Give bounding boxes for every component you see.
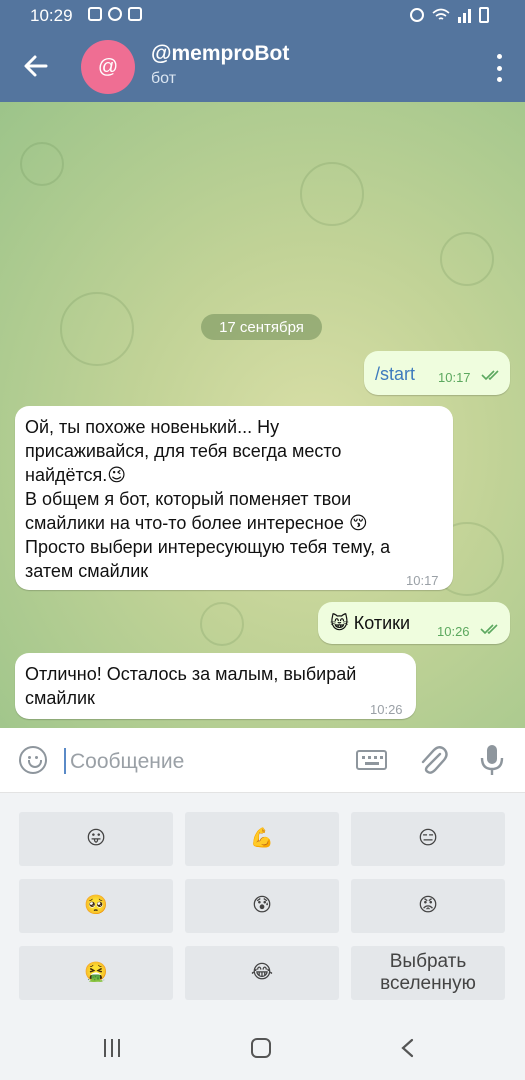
muscle-emoji-icon: 💪 xyxy=(250,828,274,849)
message-line: смайлики на что-то более интересное 😚 xyxy=(25,513,368,533)
angry-emoji-icon: 😡 xyxy=(418,895,438,916)
read-checks-icon xyxy=(480,624,498,635)
read-checks-icon xyxy=(481,370,499,381)
home-icon[interactable] xyxy=(251,1038,271,1058)
message-text-block: Отлично! Осталось за малым, выбирай смай… xyxy=(25,662,356,710)
message-line: присаживайся, для тебя всегда место xyxy=(25,441,342,461)
message-text-block: Ой, ты похоже новенький... Ну присаживай… xyxy=(25,415,390,583)
wallpaper-doodle xyxy=(20,142,64,186)
signal-icon xyxy=(458,7,471,23)
status-bar: 10:29 xyxy=(0,0,525,32)
system-icons xyxy=(410,7,489,23)
gallery-icon xyxy=(88,7,102,21)
chat-header: @ @memproBot бот xyxy=(0,32,525,102)
notification-icons xyxy=(88,7,142,21)
wallpaper-doodle xyxy=(60,292,134,366)
incoming-message[interactable]: Ой, ты похоже новенький... Ну присаживай… xyxy=(15,406,453,590)
attach-icon[interactable] xyxy=(418,744,448,776)
keyboard-button-expressionless[interactable]: 😑 xyxy=(351,812,505,866)
chat-title[interactable]: @memproBot xyxy=(151,42,289,66)
message-line: Ой, ты похоже новенький... Ну xyxy=(25,417,280,437)
choose-universe-button[interactable]: Выбрать вселенную xyxy=(351,946,505,1000)
keyboard-button-vomiting[interactable]: 🤮 xyxy=(19,946,173,1000)
choose-universe-label: Выбрать вселенную xyxy=(380,951,476,994)
battery-icon xyxy=(479,7,489,23)
alarm-icon xyxy=(410,8,424,22)
keyboard-icon[interactable] xyxy=(356,750,387,770)
incoming-message[interactable]: Отлично! Осталось за малым, выбирай смай… xyxy=(15,653,416,719)
status-time: 10:29 xyxy=(30,6,73,25)
bot-keyboard: 😛 💪 😑 🥺 😰 😡 🤮 😂 Выбрать вселенную xyxy=(0,793,525,1018)
date-chip: 17 сентября xyxy=(201,314,322,340)
system-nav-bar xyxy=(0,1018,525,1080)
wallpaper-doodle xyxy=(200,602,244,646)
text-cursor xyxy=(64,748,66,774)
message-input[interactable] xyxy=(68,746,332,778)
outgoing-message[interactable]: 😸 Котики 10:26 xyxy=(318,602,510,644)
message-line: Просто выбери интересующую тебя тему, а xyxy=(25,537,391,557)
keyboard-button-tongue[interactable]: 😛 xyxy=(19,812,173,866)
avatar[interactable]: @ xyxy=(81,40,135,94)
avatar-letter: @ xyxy=(97,55,119,78)
message-line: смайлик xyxy=(25,688,95,708)
wallpaper-doodle xyxy=(300,162,364,226)
message-time: 10:17 xyxy=(406,573,439,588)
vomiting-emoji-icon: 🤮 xyxy=(84,962,108,983)
more-menu-icon[interactable] xyxy=(495,54,503,82)
keyboard-button-angry[interactable]: 😡 xyxy=(351,879,505,933)
recents-icon[interactable] xyxy=(104,1039,124,1057)
message-line: найдётся.😉 xyxy=(25,465,127,485)
message-time: 10:26 xyxy=(437,624,470,639)
wallpaper-doodle xyxy=(440,232,494,286)
tears-of-joy-emoji-icon: 😂 xyxy=(250,962,274,983)
outgoing-message[interactable]: /start 10:17 xyxy=(364,351,510,395)
message-text: 😸 Котики xyxy=(330,613,411,633)
back-arrow-icon[interactable] xyxy=(22,52,50,80)
microphone-icon[interactable] xyxy=(478,743,506,777)
tongue-emoji-icon: 😛 xyxy=(86,828,106,849)
wifi-icon xyxy=(432,8,450,20)
message-line: В общем я бот, который поменяет твои xyxy=(25,489,352,509)
expressionless-emoji-icon: 😑 xyxy=(418,828,438,849)
keyboard-button-anxious[interactable]: 😰 xyxy=(185,879,339,933)
message-line: Отлично! Осталось за малым, выбирай xyxy=(25,664,357,684)
pleading-emoji-icon: 🥺 xyxy=(84,895,108,916)
nav-back-icon[interactable] xyxy=(400,1038,414,1058)
anxious-emoji-icon: 😰 xyxy=(252,895,272,916)
message-time: 10:17 xyxy=(438,370,471,385)
emoji-icon[interactable] xyxy=(19,746,47,774)
sync-icon xyxy=(108,7,122,21)
keyboard-button-muscle[interactable]: 💪 xyxy=(185,812,339,866)
keyboard-button-pleading[interactable]: 🥺 xyxy=(19,879,173,933)
chat-area[interactable]: 17 сентября /start 10:17 Ой, ты похоже н… xyxy=(0,102,525,728)
message-input-bar xyxy=(0,728,525,793)
chat-subtitle: бот xyxy=(151,70,177,87)
keyboard-button-tears-of-joy[interactable]: 😂 xyxy=(185,946,339,1000)
message-line: затем смайлик xyxy=(25,561,149,581)
message-text[interactable]: /start xyxy=(375,362,415,386)
message-time: 10:26 xyxy=(370,702,403,717)
app-notification-icon xyxy=(128,7,142,21)
